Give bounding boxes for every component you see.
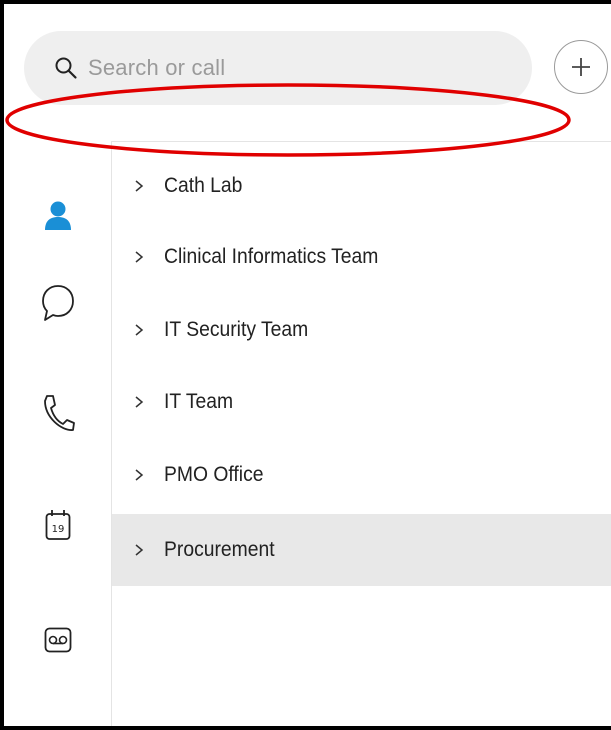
nav-item-contacts[interactable]: [4, 180, 111, 250]
calendar-icon: 19: [45, 510, 70, 540]
nav-item-meetings[interactable]: 19: [4, 490, 111, 560]
voicemail-icon: [44, 627, 71, 653]
search-icon: [55, 57, 77, 79]
nav-item-calls[interactable]: [4, 378, 111, 448]
group-row-cath-lab[interactable]: Cath Lab: [112, 150, 611, 222]
chevron-right-icon: [135, 324, 144, 336]
group-row-procurement[interactable]: Procurement: [112, 514, 611, 586]
chevron-right-icon: [135, 544, 144, 556]
group-label: PMO Office: [164, 463, 264, 486]
nav-item-messaging[interactable]: [4, 268, 111, 338]
person-icon: [44, 201, 71, 230]
group-label: Procurement: [164, 538, 275, 561]
phone-icon: [43, 395, 75, 431]
group-label: Cath Lab: [164, 174, 243, 197]
app-window: Search or call 19 Cath Lab Clinical Info…: [0, 0, 611, 730]
nav-item-voicemail[interactable]: [4, 605, 111, 675]
calendar-badge: 19: [51, 524, 64, 535]
group-row-clinical-informatics[interactable]: Clinical Informatics Team: [112, 221, 611, 293]
group-label: Clinical Informatics Team: [164, 245, 379, 268]
chevron-right-icon: [135, 469, 144, 481]
chevron-right-icon: [135, 251, 144, 263]
top-bar: Search or call: [4, 4, 611, 141]
group-row-it-security[interactable]: IT Security Team: [112, 294, 611, 366]
chat-bubble-icon: [41, 285, 74, 321]
group-row-it-team[interactable]: IT Team: [112, 366, 611, 438]
add-button[interactable]: [554, 40, 608, 94]
header-divider: [112, 141, 611, 142]
search-placeholder: Search or call: [88, 55, 226, 80]
search-input[interactable]: Search or call: [24, 31, 532, 105]
chevron-right-icon: [135, 396, 144, 408]
group-label: IT Team: [164, 390, 234, 413]
nav-rail: 19: [4, 142, 111, 726]
chevron-right-icon: [135, 180, 144, 192]
group-row-pmo-office[interactable]: PMO Office: [112, 439, 611, 511]
plus-icon: [572, 58, 590, 76]
group-label: IT Security Team: [164, 318, 309, 341]
